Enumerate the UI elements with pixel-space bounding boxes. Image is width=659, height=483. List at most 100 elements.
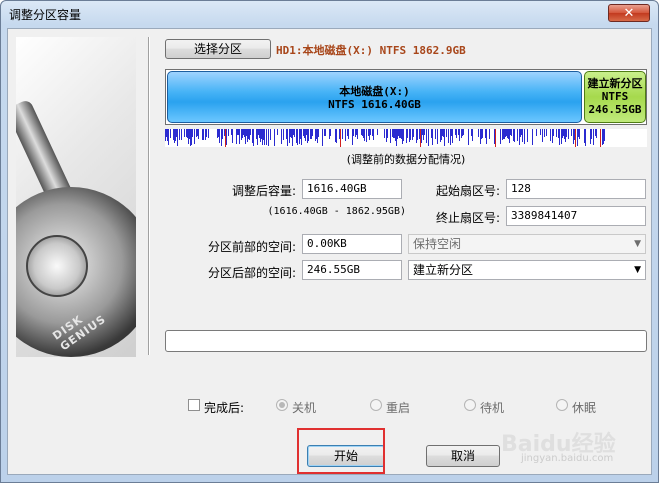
data-strip-column	[550, 129, 551, 141]
data-strip-column	[274, 129, 275, 146]
data-strip-column	[442, 129, 443, 136]
data-strip-column	[186, 129, 187, 137]
data-strip-column	[400, 129, 401, 138]
data-strip-column	[478, 129, 479, 137]
after-done-label: 完成后:	[204, 401, 245, 415]
space-before-input[interactable]: 0.00KB	[302, 234, 402, 254]
data-strip-column	[257, 129, 258, 145]
data-strip-column	[426, 129, 427, 143]
highlight-box	[297, 428, 385, 474]
data-strip-column	[308, 129, 309, 141]
data-strip-column	[482, 129, 483, 138]
data-strip-column	[603, 129, 604, 144]
data-strip-column	[393, 129, 394, 138]
data-strip-column	[232, 129, 233, 143]
space-after-input[interactable]: 246.55GB	[302, 260, 402, 280]
data-strip-column	[167, 129, 168, 141]
radio-shutdown[interactable]	[276, 399, 288, 411]
baidu-watermark-url: jingyan.baidu.com	[521, 453, 614, 464]
data-strip-column	[324, 129, 325, 136]
data-strip-column	[306, 129, 307, 135]
data-strip-column	[507, 129, 508, 138]
after-done-checkbox[interactable]	[188, 399, 200, 411]
chevron-down-icon: ▼	[634, 265, 641, 275]
data-strip-column	[424, 129, 425, 135]
data-strip-column	[208, 129, 209, 138]
data-strip-column	[402, 129, 403, 144]
data-strip-column	[188, 129, 189, 144]
data-strip-column	[373, 129, 374, 140]
new-size-input[interactable]: 1616.40GB	[302, 179, 402, 199]
data-strip-column	[352, 129, 353, 145]
data-strip-column	[604, 129, 605, 141]
data-strip-column	[363, 129, 364, 138]
select-partition-button[interactable]: 选择分区	[165, 39, 271, 59]
data-strip-column	[330, 129, 331, 136]
radio-standby[interactable]	[464, 399, 476, 411]
data-strip-column	[392, 129, 393, 137]
data-strip-column	[590, 129, 591, 144]
data-strip-column	[455, 129, 456, 135]
data-strip-column	[221, 129, 222, 146]
main-partition-name: 本地磁盘(X:)	[339, 85, 410, 98]
data-strip-marker	[600, 129, 601, 147]
partition-info-text: HD1:本地磁盘(X:) NTFS 1862.9GB	[276, 44, 466, 57]
data-strip-column	[553, 129, 554, 136]
data-strip-marker	[495, 129, 496, 147]
data-strip-column	[412, 129, 413, 140]
data-strip-column	[247, 129, 248, 142]
data-strip-column	[300, 129, 301, 139]
data-strip-column	[231, 129, 232, 135]
data-strip-column	[168, 129, 169, 145]
cancel-button[interactable]: 取消	[426, 445, 500, 467]
start-sector-input[interactable]: 128	[506, 179, 646, 199]
data-strip-column	[413, 129, 414, 137]
data-strip-column	[440, 129, 441, 142]
space-before-select[interactable]: 保持空闲 ▼	[408, 234, 646, 254]
data-strip-column	[301, 129, 302, 145]
data-strip-column	[224, 129, 225, 136]
space-after-select[interactable]: 建立新分区 ▼	[408, 260, 646, 280]
data-strip-column	[177, 129, 178, 146]
data-strip-column	[335, 129, 336, 142]
data-strip-marker	[420, 129, 421, 147]
start-sector-label: 起始扇区号:	[435, 184, 500, 198]
data-strip-column	[312, 129, 313, 136]
data-strip-column	[226, 129, 227, 145]
end-sector-input[interactable]: 3389841407	[506, 206, 646, 226]
radio-restart[interactable]	[370, 399, 382, 411]
radio-hibernate[interactable]	[556, 399, 568, 411]
data-strip-column	[289, 129, 290, 143]
data-strip-column	[357, 129, 358, 139]
data-strip-column	[364, 129, 365, 141]
data-strip-column	[166, 129, 167, 137]
data-strip-column	[437, 129, 438, 144]
space-after-label: 分区后部的空间:	[207, 266, 296, 280]
data-strip-column	[356, 129, 357, 135]
data-strip-column	[536, 129, 537, 136]
data-strip-column	[403, 129, 404, 141]
data-strip-column	[596, 129, 597, 138]
data-strip-column	[544, 129, 545, 137]
data-strip-column	[248, 129, 249, 139]
partition-segment-main[interactable]: 本地磁盘(X:) NTFS 1616.40GB	[167, 71, 582, 123]
data-strip-column	[252, 129, 253, 143]
close-button[interactable]: ✕	[608, 4, 650, 22]
partition-map[interactable]: 本地磁盘(X:) NTFS 1616.40GB 建立新分区 NTFS 246.5…	[165, 69, 647, 125]
data-strip-column	[571, 129, 572, 136]
data-strip-column	[219, 129, 220, 143]
data-strip-column	[315, 129, 316, 141]
data-strip-column	[395, 129, 396, 141]
new-partition-size: 246.55GB	[588, 103, 642, 116]
partition-segment-new[interactable]: 建立新分区 NTFS 246.55GB	[584, 71, 646, 123]
space-before-option: 保持空闲	[413, 237, 462, 251]
data-strip-column	[410, 129, 411, 140]
data-strip-column	[249, 129, 250, 140]
data-strip-column	[559, 129, 560, 145]
data-strip-column	[369, 129, 370, 140]
data-strip-column	[441, 129, 442, 140]
data-strip-column	[198, 129, 199, 139]
title-bar[interactable]: 调整分区容量 ✕	[1, 1, 658, 27]
data-strip-column	[602, 129, 603, 145]
data-strip-column	[222, 129, 223, 139]
